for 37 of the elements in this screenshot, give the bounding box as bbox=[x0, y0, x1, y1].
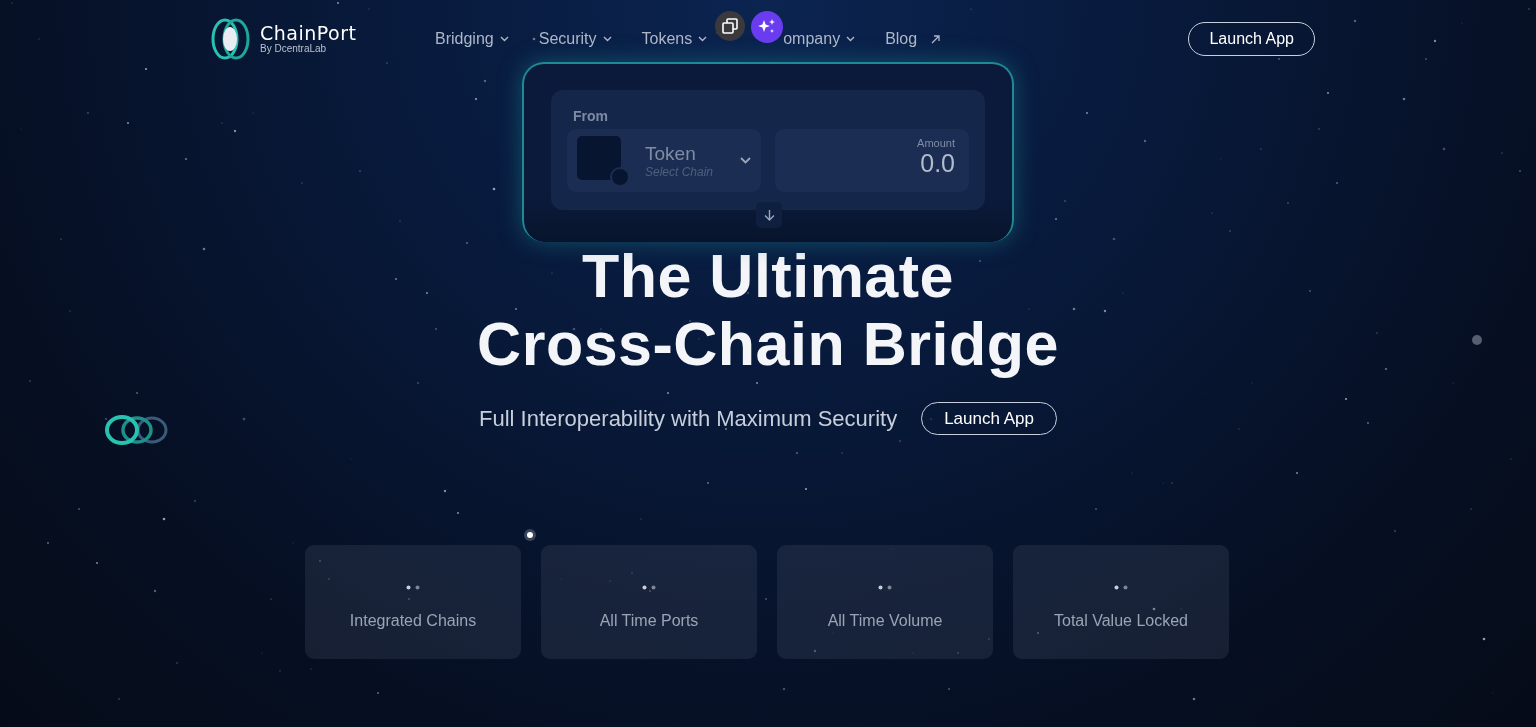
nav-link[interactable]: Bridging bbox=[435, 30, 509, 48]
amount-value: 0.0 bbox=[920, 149, 955, 178]
brand-name: ChainPort bbox=[260, 23, 357, 43]
brand-tagline: By DcentraLab bbox=[260, 43, 328, 55]
sparkle-icon[interactable] bbox=[751, 11, 784, 43]
hero-title: Cross-Chain Bridge bbox=[477, 310, 1059, 378]
nav-link[interactable]: Security bbox=[538, 30, 612, 48]
swap-button[interactable] bbox=[756, 202, 782, 228]
loading-dots-icon bbox=[642, 585, 656, 590]
token-label: Token bbox=[645, 142, 697, 165]
nav-link[interactable]: Blog bbox=[885, 30, 941, 48]
copy-icon[interactable] bbox=[715, 11, 746, 41]
loading-dots-icon bbox=[406, 585, 420, 590]
logo-icon[interactable] bbox=[210, 18, 252, 60]
stat-label: Total Value Locked bbox=[1054, 612, 1188, 630]
chevron-down-icon bbox=[740, 157, 751, 164]
nav-link[interactable]: Tokens bbox=[641, 30, 708, 48]
chevron-down-icon bbox=[602, 36, 612, 42]
hero-subtitle: Full Interoperability with Maximum Security bbox=[479, 405, 898, 432]
nav-link[interactable]: ompany bbox=[783, 30, 856, 48]
stat-label: All Time Ports bbox=[599, 612, 699, 630]
loading-dots-icon bbox=[1114, 585, 1128, 590]
arrow-down-icon bbox=[763, 209, 775, 221]
external-link-icon bbox=[931, 34, 941, 44]
from-label: From bbox=[573, 108, 609, 124]
amount-label: Amount bbox=[917, 137, 955, 149]
star-icon bbox=[524, 529, 536, 541]
token-icon bbox=[577, 135, 629, 186]
chevron-down-icon bbox=[499, 36, 509, 42]
hero-title: The Ultimate bbox=[581, 242, 955, 310]
amount-field[interactable]: Amount 0.0 bbox=[775, 129, 969, 192]
stat-label: Integrated Chains bbox=[349, 612, 477, 630]
loading-dots-icon bbox=[878, 585, 892, 590]
chevron-down-icon bbox=[846, 36, 856, 42]
rings-icon bbox=[102, 414, 170, 446]
stat-label: All Time Volume bbox=[827, 612, 943, 630]
chevron-down-icon bbox=[698, 36, 708, 42]
